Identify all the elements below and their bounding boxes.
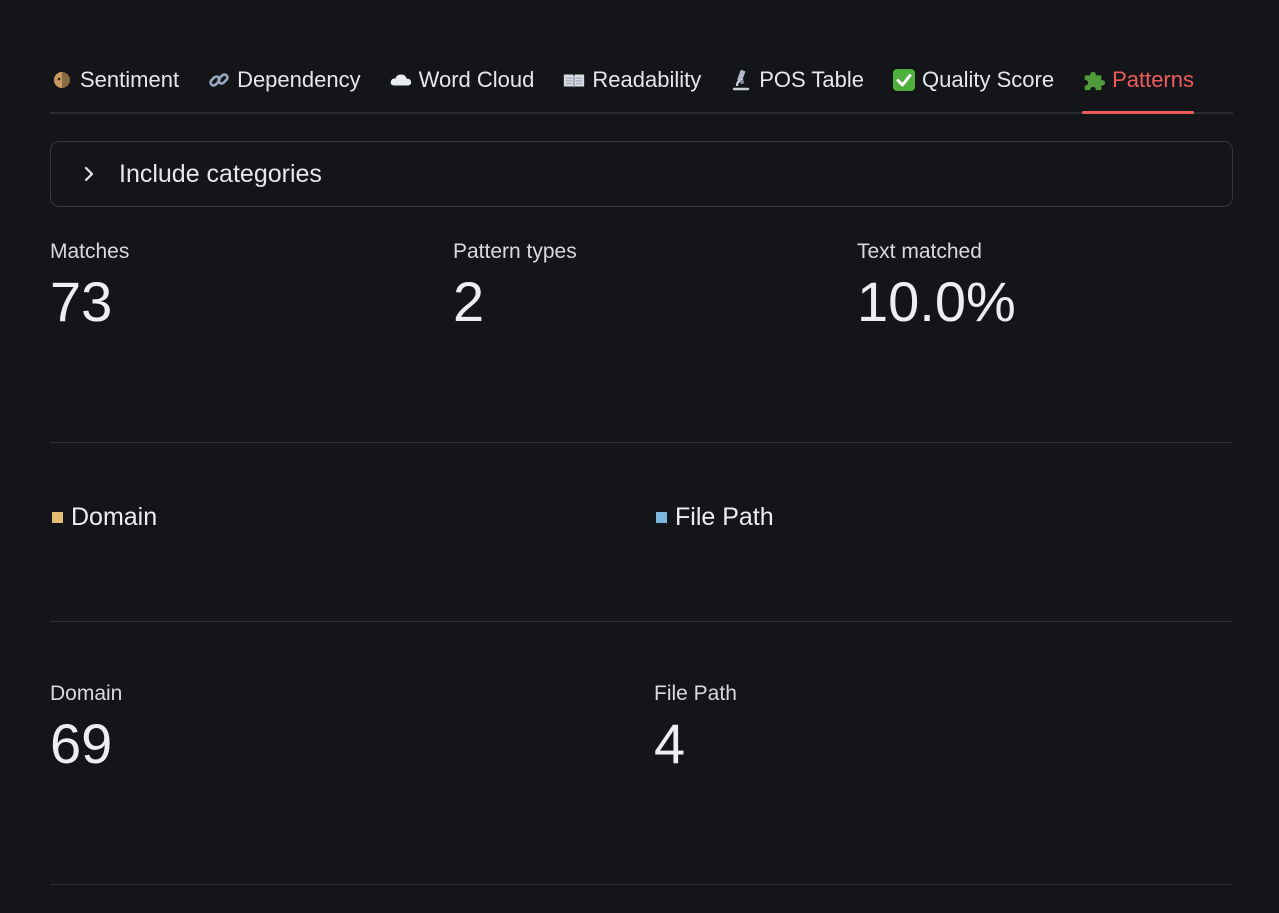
metric-label: Text matched [857, 240, 982, 263]
domain-count-metric: Domain 69 [50, 682, 122, 772]
matches-metric: Matches 73 [50, 240, 129, 330]
tab-sentiment[interactable]: Sentiment [50, 54, 179, 106]
chevron-right-icon [79, 164, 99, 184]
metric-value: 10.0% [857, 270, 1016, 333]
tab-label: POS Table [759, 67, 864, 92]
book-icon [562, 68, 586, 92]
metric-value: 4 [654, 712, 686, 775]
tab-label: Quality Score [922, 67, 1055, 92]
metric-label: Pattern types [453, 240, 577, 263]
expander-label: Include categories [119, 159, 322, 188]
tab-label: Sentiment [80, 67, 180, 92]
cloud-icon [389, 68, 413, 92]
metric-label: Domain [50, 682, 123, 705]
puzzle-icon [1082, 68, 1106, 92]
link-icon [207, 68, 231, 92]
check-icon [892, 68, 916, 92]
microscope-icon [729, 68, 753, 92]
metric-label: Matches [50, 240, 130, 263]
metric-value: 73 [50, 270, 113, 333]
tab-pos-table[interactable]: POS Table [729, 54, 864, 106]
tab-quality-score[interactable]: Quality Score [892, 54, 1054, 106]
divider [50, 884, 1233, 885]
tab-label: Word Cloud [418, 67, 535, 92]
tab-dependency[interactable]: Dependency [207, 54, 361, 106]
divider [50, 442, 1233, 443]
metric-value: 2 [453, 270, 485, 333]
file-path-count-metric: File Path 4 [654, 682, 737, 772]
pattern-types-metric: Pattern types 2 [453, 240, 577, 330]
include-categories-expander[interactable]: Include categories [50, 141, 1233, 207]
legend-label: Domain [71, 503, 158, 531]
metric-label: File Path [654, 682, 737, 705]
legend-item-file-path: File Path [656, 503, 774, 532]
metric-value: 69 [50, 712, 113, 775]
divider [50, 621, 1233, 622]
tab-label: Readability [592, 67, 702, 92]
legend-swatch [52, 512, 63, 523]
tab-label: Dependency [237, 67, 361, 92]
legend-swatch [656, 512, 667, 523]
tab-word-cloud[interactable]: Word Cloud [389, 54, 535, 106]
text-matched-metric: Text matched 10.0% [857, 240, 1016, 330]
legend-item-domain: Domain [52, 503, 157, 532]
legend-label: File Path [675, 503, 774, 531]
tab-readability[interactable]: Readability [562, 54, 701, 106]
tab-patterns[interactable]: Patterns [1082, 54, 1194, 114]
tab-bar: Sentiment Dependency Word Cloud Readabil… [50, 50, 1233, 114]
tab-label: Patterns [1112, 67, 1194, 92]
sentiment-icon [50, 68, 74, 92]
